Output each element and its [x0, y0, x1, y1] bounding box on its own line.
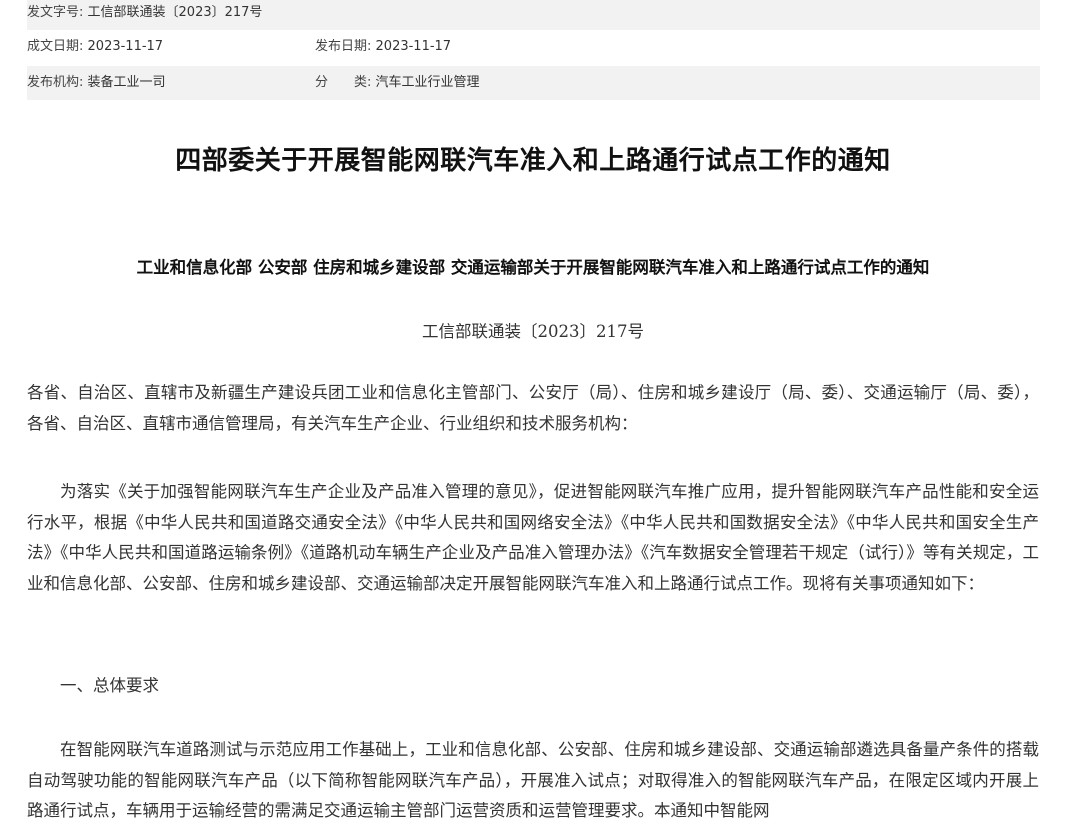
doc-number-value: 工信部联通装〔2023〕217号: [87, 5, 263, 20]
addressees-paragraph: 各省、自治区、直辖市及新疆生产建设兵团工业和信息化主管部门、公安厅（局）、住房和…: [27, 383, 1039, 433]
section-heading: 一、总体要求: [60, 676, 159, 695]
published-date-label: 发布日期:: [315, 39, 372, 54]
category-label: 分 类:: [315, 75, 372, 90]
intro-paragraph: 为落实《关于加强智能网联汽车生产企业及产品准入管理的意见》，促进智能网联汽车推广…: [27, 482, 1039, 593]
created-date-label: 成文日期:: [27, 39, 84, 54]
org-field: 发布机构: 装备工业一司: [27, 66, 166, 100]
document-number: 工信部联通装〔2023〕217号: [422, 322, 644, 341]
org-value: 装备工业一司: [87, 75, 166, 90]
doc-number-label: 发文字号:: [27, 5, 84, 20]
created-date-field: 成文日期: 2023-11-17: [27, 30, 163, 64]
org-label: 发布机构:: [27, 75, 84, 90]
meta-row-dates: 成文日期: 2023-11-17 发布日期: 2023-11-17: [27, 30, 1040, 64]
category-value: 汽车工业行业管理: [375, 75, 480, 90]
created-date-value: 2023-11-17: [87, 39, 164, 54]
meta-row-org-category: 发布机构: 装备工业一司 分 类: 汽车工业行业管理: [27, 66, 1040, 100]
published-date-value: 2023-11-17: [375, 39, 452, 54]
published-date-field: 发布日期: 2023-11-17: [315, 30, 451, 64]
document-subtitle: 工业和信息化部 公安部 住房和城乡建设部 交通运输部关于开展智能网联汽车准入和上…: [136, 258, 930, 277]
section-body-paragraph: 在智能网联汽车道路测试与示范应用工作基础上，工业和信息化部、公安部、住房和城乡建…: [27, 740, 1039, 820]
page-title: 四部委关于开展智能网联汽车准入和上路通行试点工作的通知: [175, 146, 891, 176]
doc-number-field: 发文字号: 工信部联通装〔2023〕217号: [27, 0, 262, 30]
meta-row-doc-number: 发文字号: 工信部联通装〔2023〕217号: [27, 0, 1040, 30]
category-field: 分 类: 汽车工业行业管理: [315, 66, 480, 100]
